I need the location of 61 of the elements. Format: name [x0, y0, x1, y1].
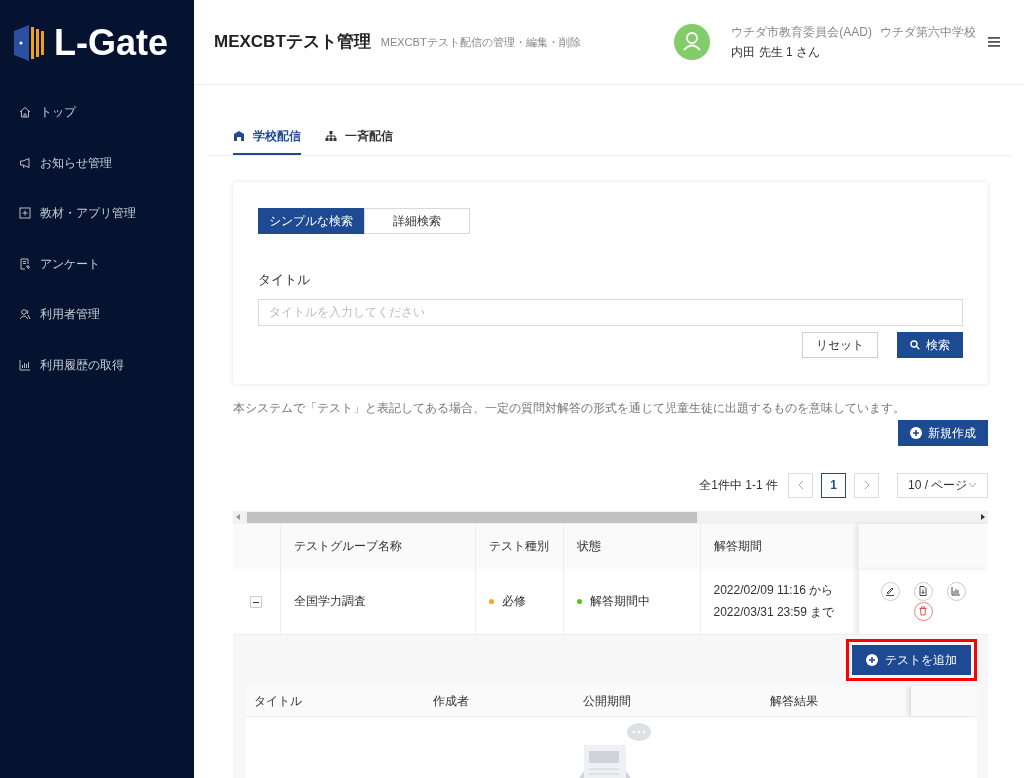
reset-button[interactable]: リセット — [802, 331, 878, 358]
sidebar-item[interactable]: アンケート — [0, 238, 194, 289]
search-button[interactable]: 検索 — [897, 331, 963, 358]
column-header: テストグループ名称 — [280, 523, 475, 569]
users-icon — [19, 308, 31, 321]
plus-square-icon — [19, 207, 31, 220]
user-name: 内田 先生 1 さん — [731, 44, 821, 61]
table-cell: 全国学力調査 — [280, 568, 475, 635]
search-mode-tab[interactable]: 詳細検索 — [364, 208, 470, 234]
organization-name: ウチダ市教育委員会(AAD) — [731, 24, 872, 41]
add-test-button[interactable]: テストを追加 — [852, 645, 971, 675]
page-subtitle: MEXCBTテスト配信の管理・編集・削除 — [380, 34, 581, 50]
bar-chart-icon — [951, 586, 962, 597]
avatar-icon — [674, 24, 711, 60]
horizontal-scrollbar[interactable] — [233, 510, 988, 524]
hierarchy-icon — [325, 130, 337, 142]
file-download-icon — [918, 586, 929, 597]
trash-icon — [918, 606, 929, 617]
table-cell-text: 必修 — [501, 593, 526, 611]
sidebar-item[interactable]: 利用者管理 — [0, 289, 194, 340]
megaphone-icon — [19, 156, 31, 169]
table-cell-text: 2022/02/09 11:16 から — [713, 582, 835, 600]
field-label: タイトル — [258, 271, 311, 289]
sidebar-item[interactable]: トップ — [0, 87, 194, 138]
column-header: 公開期間 — [583, 693, 632, 710]
logo-text: L-Gate — [54, 24, 168, 61]
chevron-right-icon — [863, 480, 870, 490]
pagination-summary: 全1件中 1-1 件 — [699, 477, 778, 494]
page-size-select[interactable]: 10 / ページ — [897, 472, 988, 498]
plus-circle-icon — [910, 426, 922, 439]
chevron-down-icon — [968, 482, 977, 488]
plus-circle-icon — [866, 654, 878, 666]
sidebar-item[interactable]: お知らせ管理 — [0, 137, 194, 188]
search-mode-tab[interactable]: シンプルな検索 — [258, 208, 364, 234]
new-button[interactable]: 新規作成 — [898, 419, 988, 446]
home-icon — [19, 106, 31, 119]
column-header: 解答期間 — [700, 523, 858, 569]
column-header: 解答結果 — [770, 693, 819, 710]
table-cell-text: 2022/03/31 23:59 まで — [713, 604, 836, 622]
page-title: MEXCBTテスト管理 — [214, 31, 371, 54]
page-button[interactable]: 1 — [821, 472, 846, 498]
building-icon — [233, 130, 245, 142]
search-icon — [910, 339, 920, 350]
column-header: タイトル — [253, 693, 303, 710]
tab[interactable]: 学校配信 — [233, 119, 301, 155]
table-cell-text: 解答期間中 — [589, 593, 650, 611]
column-header: テスト種別 — [475, 523, 563, 569]
pencil-icon — [885, 586, 896, 597]
column-header: 状態 — [563, 523, 700, 569]
menu-icon[interactable] — [988, 37, 1000, 47]
chevron-left-icon — [797, 480, 804, 490]
notice-text: 本システムで「テスト」と表記してある場合、一定の質問対解答の形式を通じて児童生徒に出題するものを意味しています。 — [233, 399, 906, 417]
sidebar-item[interactable]: 教材・アプリ管理 — [0, 188, 194, 239]
sidebar-item[interactable]: 利用履歴の取得 — [0, 339, 194, 390]
expand-toggle[interactable] — [250, 596, 263, 609]
column-header: 作成者 — [433, 693, 470, 710]
bar-chart-icon — [19, 358, 31, 371]
school-name: ウチダ第六中学校 — [880, 24, 976, 41]
document-icon — [19, 257, 31, 270]
tab[interactable]: 一斉配信 — [325, 119, 393, 155]
logo-icon — [12, 23, 46, 62]
